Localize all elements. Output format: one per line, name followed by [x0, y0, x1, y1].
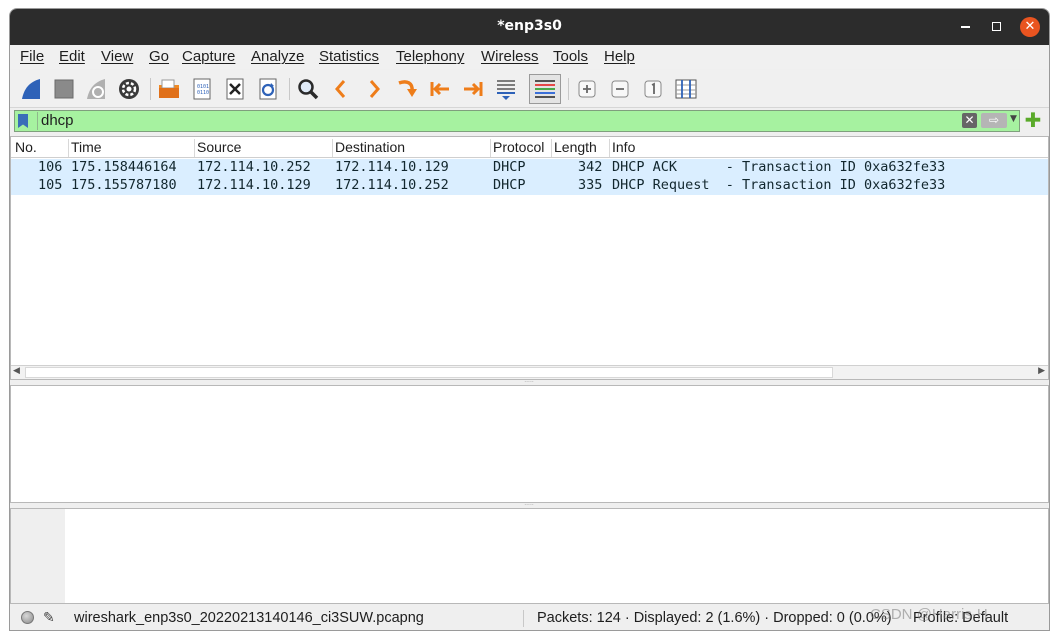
main-toolbar: 0101 0110	[10, 70, 1049, 108]
bytes-offset-gutter	[11, 509, 65, 603]
last-packet-icon[interactable]	[460, 76, 486, 102]
minimize-icon	[960, 26, 970, 28]
packet-list-hscrollbar[interactable]: ◀ ▶	[11, 365, 1048, 379]
open-file-icon[interactable]	[156, 76, 182, 102]
wireshark-window: *enp3s0 ✕ File Edit View Go Capture Anal…	[9, 8, 1050, 631]
cell-protocol: DHCP	[493, 159, 526, 175]
menu-edit[interactable]: Edit	[59, 48, 85, 65]
apply-filter-icon[interactable]: ⇨	[981, 113, 1007, 128]
find-packet-icon[interactable]	[295, 76, 321, 102]
add-filter-button-icon[interactable]: ✚	[1024, 110, 1042, 130]
display-filter-input[interactable]: dhcp ✕ ⇨ ▼	[14, 110, 1020, 132]
maximize-button[interactable]	[986, 17, 1006, 37]
packet-details-pane[interactable]	[10, 385, 1049, 503]
cell-source: 172.114.10.252	[197, 159, 311, 175]
cell-info: DHCP ACK - Transaction ID 0xa632fe33	[612, 159, 946, 175]
scroll-right-icon[interactable]: ▶	[1038, 366, 1045, 376]
normal-size-icon[interactable]	[640, 76, 666, 102]
title-bar: *enp3s0 ✕	[10, 9, 1049, 45]
table-row[interactable]: 106 175.158446164 172.114.10.252 172.114…	[11, 159, 1048, 177]
menu-bar: File Edit View Go Capture Analyze Statis…	[10, 45, 1049, 69]
column-header-destination[interactable]: Destination	[332, 139, 490, 157]
table-row[interactable]: 105 175.155787180 172.114.10.129 172.114…	[11, 177, 1048, 195]
menu-go[interactable]: Go	[149, 48, 169, 65]
menu-analyze[interactable]: Analyze	[251, 48, 304, 65]
close-window-button[interactable]: ✕	[1020, 17, 1040, 37]
cell-time: 175.155787180	[71, 177, 177, 193]
cell-destination: 172.114.10.252	[335, 177, 449, 193]
column-header-no[interactable]: No.	[13, 139, 71, 157]
start-capture-icon[interactable]	[18, 76, 44, 102]
reload-file-icon[interactable]	[255, 76, 281, 102]
packet-list-header: No. Time Source Destination Protocol Len…	[11, 137, 1048, 158]
window-title: *enp3s0	[497, 18, 562, 34]
stop-capture-icon[interactable]	[51, 76, 77, 102]
cell-no: 105	[38, 177, 63, 193]
menu-tools[interactable]: Tools	[553, 48, 588, 65]
resize-columns-icon[interactable]	[673, 76, 699, 102]
packet-list: No. Time Source Destination Protocol Len…	[10, 136, 1049, 380]
cell-time: 175.158446164	[71, 159, 177, 175]
cell-protocol: DHCP	[493, 177, 526, 193]
cell-length: 335	[578, 177, 603, 193]
status-separator	[523, 610, 524, 627]
go-forward-icon[interactable]	[361, 76, 387, 102]
scroll-left-icon[interactable]: ◀	[13, 366, 20, 376]
filter-text[interactable]: dhcp	[37, 112, 74, 130]
save-file-icon[interactable]: 0101 0110	[189, 76, 215, 102]
column-header-time[interactable]: Time	[68, 139, 194, 157]
capture-file-name: wireshark_enp3s0_20220213140146_ci3SUW.p…	[74, 610, 424, 626]
cell-destination: 172.114.10.129	[335, 159, 449, 175]
restart-capture-icon[interactable]	[83, 76, 109, 102]
minimize-button[interactable]	[955, 17, 975, 37]
menu-view[interactable]: View	[101, 48, 133, 65]
go-back-icon[interactable]	[328, 76, 354, 102]
first-packet-icon[interactable]	[427, 76, 453, 102]
toolbar-separator	[150, 78, 151, 100]
column-header-source[interactable]: Source	[194, 139, 332, 157]
packet-statistics: Packets: 124 · Displayed: 2 (1.6%) · Dro…	[537, 610, 892, 626]
column-header-info[interactable]: Info	[609, 139, 1049, 157]
packet-bytes-pane[interactable]	[10, 508, 1049, 604]
filter-history-dropdown-icon[interactable]: ▼	[1010, 114, 1017, 124]
zoom-in-icon[interactable]	[574, 76, 600, 102]
clear-filter-icon[interactable]: ✕	[962, 113, 977, 128]
autoscroll-icon[interactable]	[493, 76, 519, 102]
menu-wireless[interactable]: Wireless	[481, 48, 539, 65]
menu-capture[interactable]: Capture	[182, 48, 235, 65]
filter-bookmark-icon[interactable]	[18, 114, 28, 128]
menu-help[interactable]: Help	[604, 48, 635, 65]
svg-text:0110: 0110	[197, 90, 209, 96]
capture-comment-icon[interactable]: ✎	[43, 609, 55, 626]
watermark-text: CSDN @Harris-H	[870, 606, 988, 623]
expert-info-led-icon[interactable]	[21, 611, 34, 624]
cell-length: 342	[578, 159, 603, 175]
close-file-icon[interactable]	[222, 76, 248, 102]
toolbar-separator	[568, 78, 569, 100]
cell-source: 172.114.10.129	[197, 177, 311, 193]
menu-statistics[interactable]: Statistics	[319, 48, 379, 65]
colorize-icon[interactable]	[529, 74, 561, 104]
menu-file[interactable]: File	[20, 48, 44, 65]
maximize-icon	[991, 22, 1001, 31]
toolbar-separator	[289, 78, 290, 100]
cell-no: 106	[38, 159, 63, 175]
column-header-protocol[interactable]: Protocol	[490, 139, 551, 157]
scroll-thumb[interactable]	[25, 367, 833, 378]
capture-options-icon[interactable]	[116, 76, 142, 102]
column-header-length[interactable]: Length	[551, 139, 609, 157]
cell-info: DHCP Request - Transaction ID 0xa632fe33	[612, 177, 946, 193]
menu-telephony[interactable]: Telephony	[396, 48, 464, 65]
zoom-out-icon[interactable]	[607, 76, 633, 102]
go-to-packet-icon[interactable]	[394, 76, 420, 102]
